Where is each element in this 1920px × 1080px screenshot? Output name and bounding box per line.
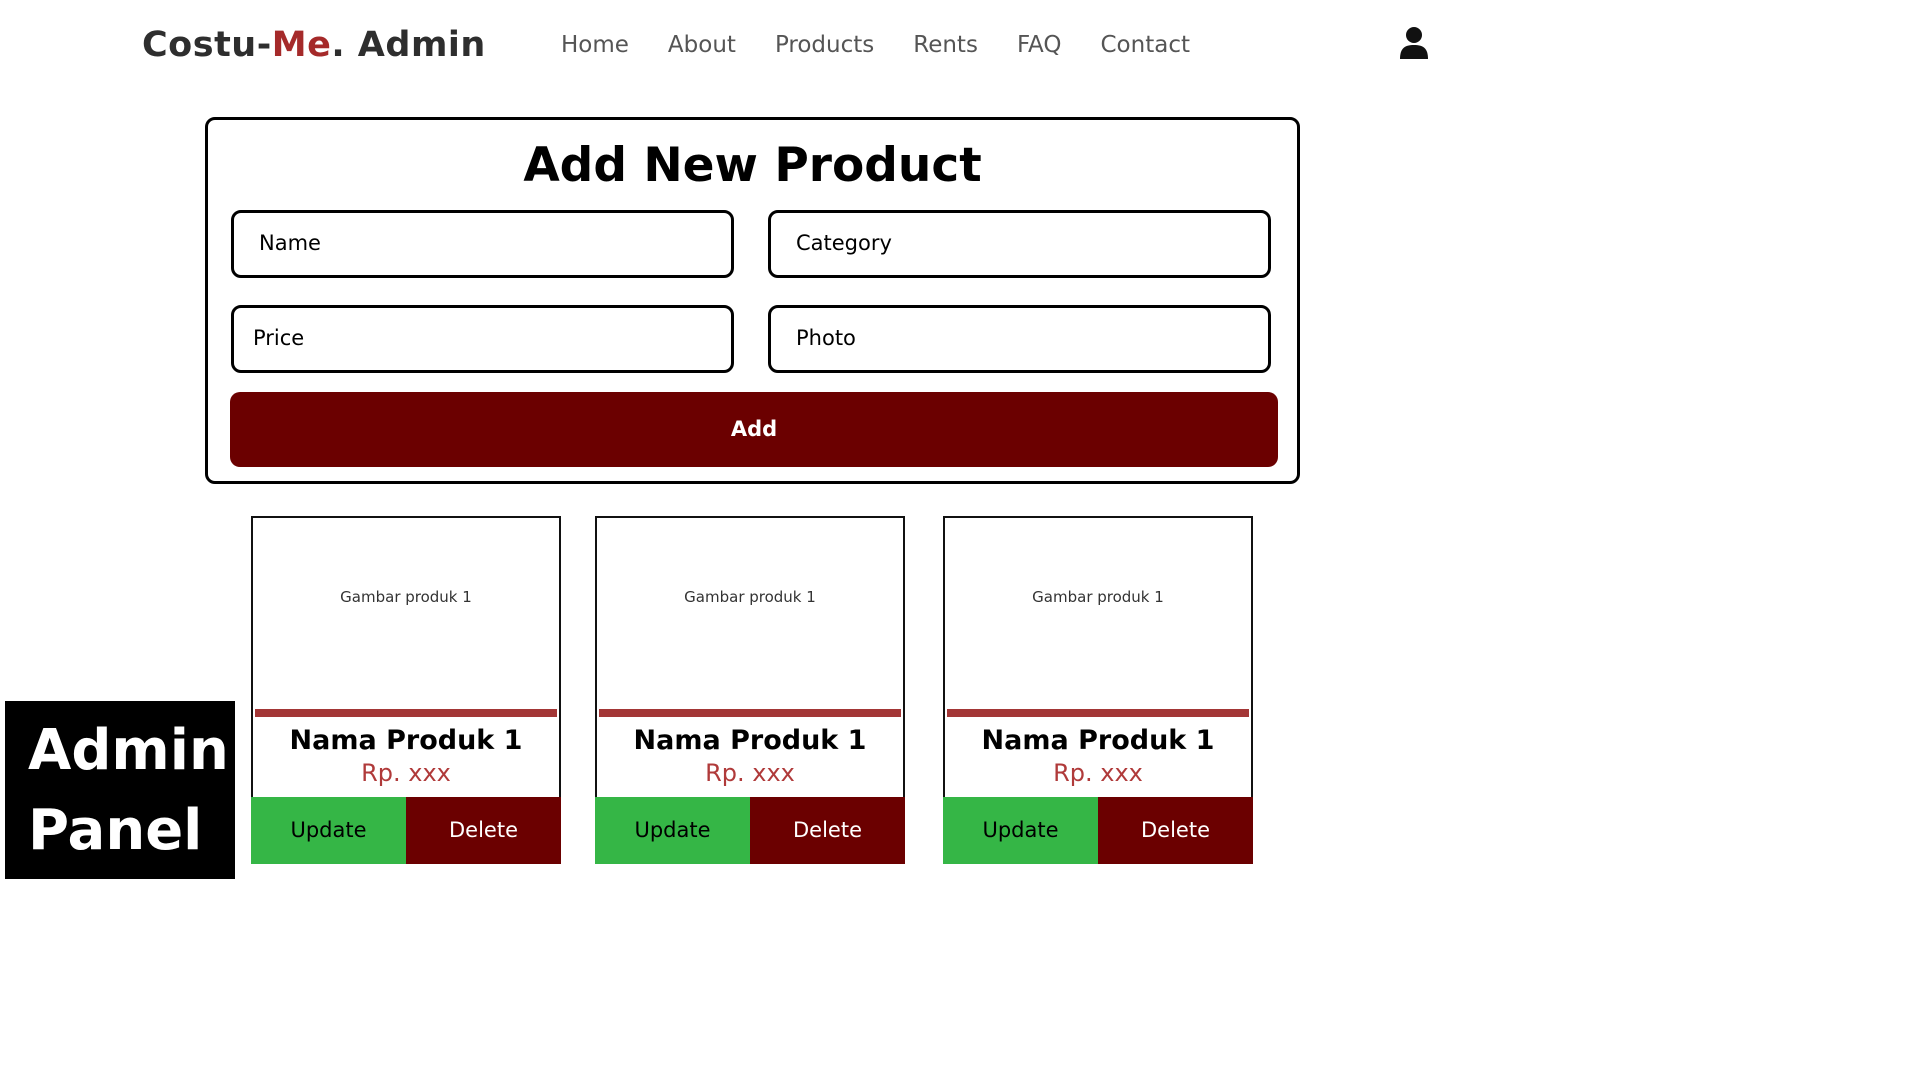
photo-input[interactable]: Photo xyxy=(768,305,1271,373)
add-button[interactable]: Add xyxy=(230,392,1278,467)
product-card: Gambar produk 1 Nama Produk 1 Rp. xxx Up… xyxy=(251,516,561,864)
product-price: Rp. xxx xyxy=(361,759,451,787)
nav-contact[interactable]: Contact xyxy=(1101,26,1190,64)
add-product-form: Add New Product Name Category Price Phot… xyxy=(205,117,1300,484)
brand-text-accent: Me xyxy=(271,25,332,65)
delete-button[interactable]: Delete xyxy=(406,797,561,864)
product-name: Nama Produk 1 xyxy=(981,725,1215,756)
brand-text-part3: . Admin xyxy=(331,25,486,65)
product-price: Rp. xxx xyxy=(705,759,795,787)
product-frame: Gambar produk 1 Nama Produk 1 Rp. xxx xyxy=(943,516,1253,798)
main-nav: Home About Products Rents FAQ Contact xyxy=(561,26,1229,64)
category-input[interactable]: Category xyxy=(768,210,1271,278)
delete-button[interactable]: Delete xyxy=(750,797,905,864)
nav-rents[interactable]: Rents xyxy=(913,26,978,64)
product-image-placeholder: Gambar produk 1 xyxy=(340,588,472,606)
badge-line-2: Panel xyxy=(28,798,203,863)
user-icon[interactable] xyxy=(1399,26,1429,60)
nav-about[interactable]: About xyxy=(668,26,736,64)
product-card: Gambar produk 1 Nama Produk 1 Rp. xxx Up… xyxy=(595,516,905,864)
delete-button[interactable]: Delete xyxy=(1098,797,1253,864)
nav-faq[interactable]: FAQ xyxy=(1017,26,1062,64)
product-name: Nama Produk 1 xyxy=(633,725,867,756)
product-image-placeholder: Gambar produk 1 xyxy=(684,588,816,606)
form-title: Add New Product xyxy=(523,138,982,193)
product-frame: Gambar produk 1 Nama Produk 1 Rp. xxx xyxy=(251,516,561,798)
product-card: Gambar produk 1 Nama Produk 1 Rp. xxx Up… xyxy=(943,516,1253,864)
product-image-placeholder: Gambar produk 1 xyxy=(1032,588,1164,606)
update-button[interactable]: Update xyxy=(595,797,750,864)
product-frame: Gambar produk 1 Nama Produk 1 Rp. xxx xyxy=(595,516,905,798)
product-price: Rp. xxx xyxy=(1053,759,1143,787)
product-name: Nama Produk 1 xyxy=(289,725,523,756)
brand-logo[interactable]: Costu-Me. Admin xyxy=(142,22,486,68)
product-divider xyxy=(947,709,1249,717)
update-button[interactable]: Update xyxy=(251,797,406,864)
nav-products[interactable]: Products xyxy=(775,26,874,64)
admin-panel-badge: Admin Panel xyxy=(5,701,235,879)
update-button[interactable]: Update xyxy=(943,797,1098,864)
badge-line-1: Admin xyxy=(28,718,229,783)
nav-home[interactable]: Home xyxy=(561,26,629,64)
product-divider xyxy=(255,709,557,717)
product-divider xyxy=(599,709,901,717)
brand-text-part1: Costu- xyxy=(142,25,272,65)
price-input[interactable]: Price xyxy=(231,305,734,373)
name-input[interactable]: Name xyxy=(231,210,734,278)
